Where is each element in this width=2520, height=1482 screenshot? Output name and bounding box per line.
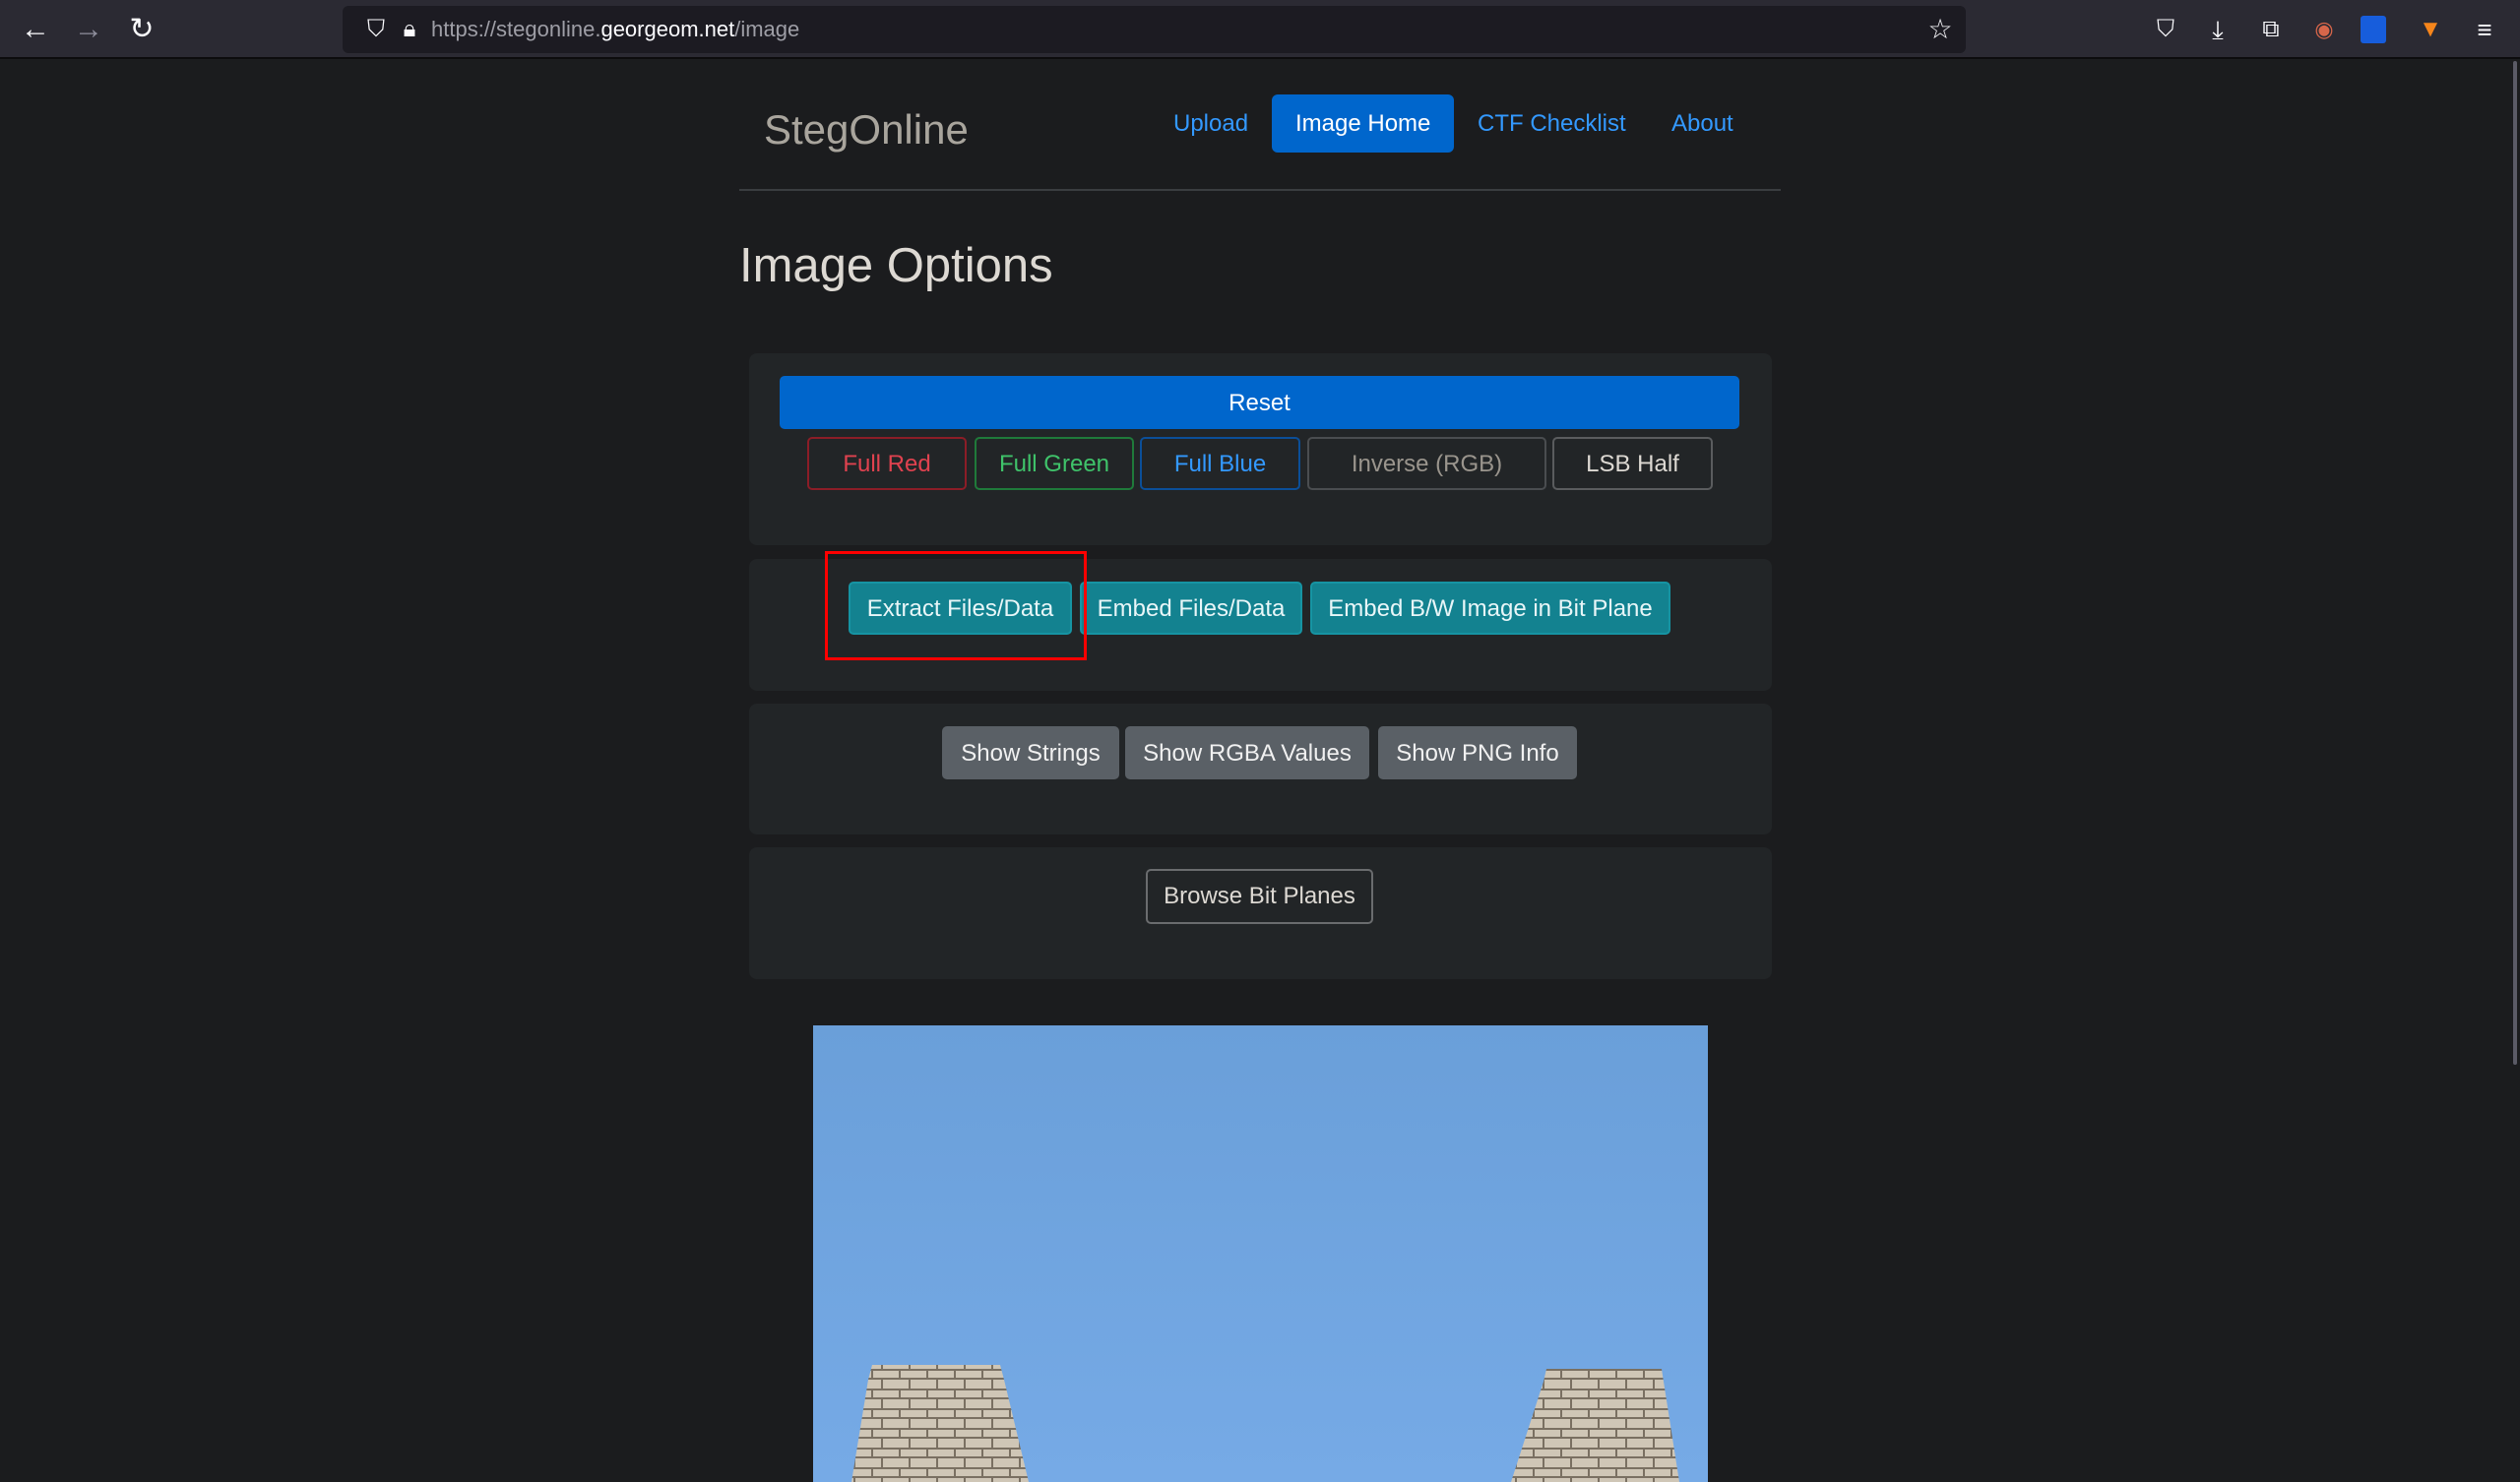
bitplane-card: Browse Bit Planes xyxy=(749,847,1772,979)
nav-ctf-checklist[interactable]: CTF Checklist xyxy=(1454,94,1650,153)
show-rgba-button[interactable]: Show RGBA Values xyxy=(1125,726,1369,779)
shield-icon[interactable]: ⛉ xyxy=(358,12,394,47)
download-icon[interactable]: ⤓ xyxy=(2200,12,2236,47)
nav-upload[interactable]: Upload xyxy=(1150,94,1272,153)
color-options-card: Reset Full Red Full Green Full Blue Inve… xyxy=(749,353,1772,545)
spy-extension-icon[interactable]: ◉ xyxy=(2306,12,2342,47)
show-png-info-button[interactable]: Show PNG Info xyxy=(1378,726,1577,779)
highlight-box xyxy=(825,551,1087,660)
page-scrollbar[interactable] xyxy=(2513,61,2517,1065)
extensions-icon[interactable]: ⧉ xyxy=(2253,12,2289,47)
brand-logo[interactable]: StegOnline xyxy=(764,106,969,154)
page-title: Image Options xyxy=(739,239,1053,292)
browse-bit-planes-button[interactable]: Browse Bit Planes xyxy=(1146,869,1373,924)
url-text[interactable]: https://stegonline.georgeom.net/image xyxy=(431,6,799,53)
embed-files-button[interactable]: Embed Files/Data xyxy=(1080,582,1302,635)
full-green-button[interactable]: Full Green xyxy=(975,437,1134,490)
browser-toolbar: ← → ↻ ⛉ 🔒︎ https://stegonline.georgeom.n… xyxy=(0,0,2520,59)
image-towers xyxy=(851,1365,1679,1482)
right-tower-shape xyxy=(1511,1369,1679,1482)
full-blue-button[interactable]: Full Blue xyxy=(1140,437,1300,490)
inverse-rgb-button[interactable]: Inverse (RGB) xyxy=(1307,437,1546,490)
uploaded-image xyxy=(813,1025,1708,1482)
bitwarden-icon[interactable] xyxy=(2361,16,2386,43)
metamask-icon[interactable]: ▼ xyxy=(2413,12,2448,47)
star-icon[interactable]: ☆ xyxy=(1922,12,1958,47)
info-options-card: Show Strings Show RGBA Values Show PNG I… xyxy=(749,704,1772,834)
lsb-half-button[interactable]: LSB Half xyxy=(1552,437,1713,490)
nav-about[interactable]: About xyxy=(1648,94,1757,153)
embed-bw-image-button[interactable]: Embed B/W Image in Bit Plane xyxy=(1310,582,1670,635)
url-bar[interactable]: ⛉ 🔒︎ https://stegonline.georgeom.net/ima… xyxy=(343,6,1966,53)
lock-icon[interactable]: 🔒︎ xyxy=(392,12,427,47)
back-icon[interactable]: ← xyxy=(18,12,53,47)
show-strings-button[interactable]: Show Strings xyxy=(942,726,1119,779)
forward-icon[interactable]: → xyxy=(71,12,106,47)
reset-button[interactable]: Reset xyxy=(780,376,1739,429)
full-red-button[interactable]: Full Red xyxy=(807,437,967,490)
divider xyxy=(739,189,1781,191)
left-tower-shape xyxy=(851,1365,1029,1482)
reload-icon[interactable]: ↻ xyxy=(124,12,159,47)
nav-image-home[interactable]: Image Home xyxy=(1272,94,1455,153)
pocket-icon[interactable]: ⛉ xyxy=(2148,12,2183,47)
menu-icon[interactable]: ≡ xyxy=(2467,12,2502,47)
